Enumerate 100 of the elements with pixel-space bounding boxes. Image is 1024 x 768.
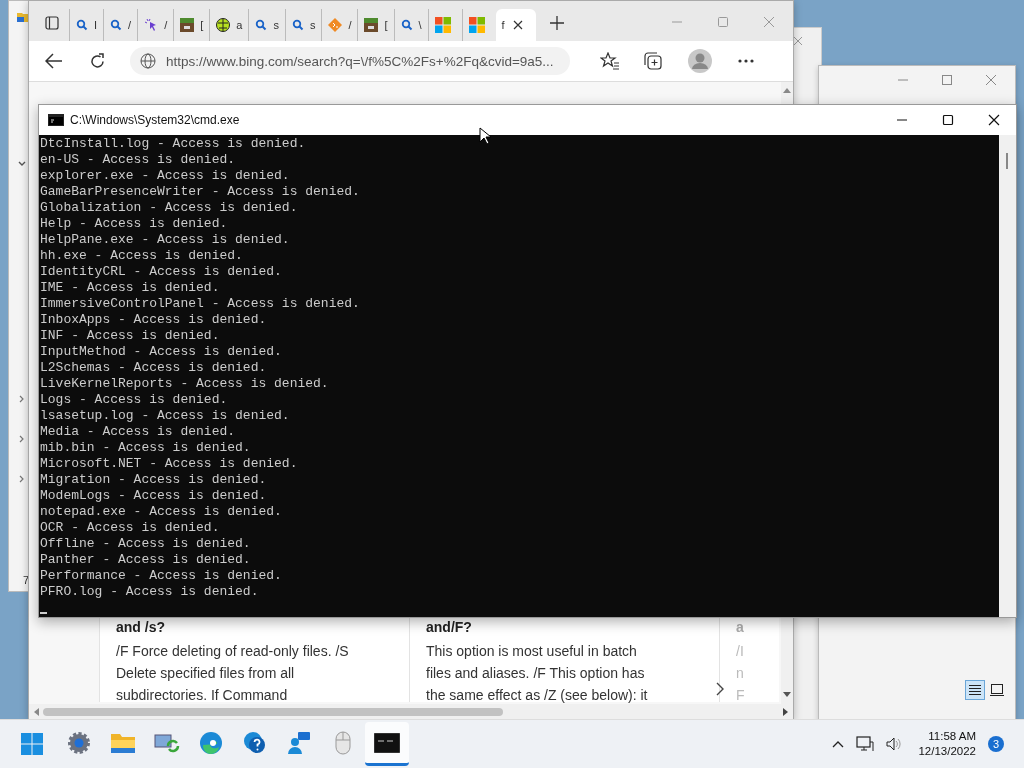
scroll-left-icon[interactable] xyxy=(33,707,39,716)
card-text-line: the same effect as /Z (see below): it xyxy=(426,686,649,705)
console-line: notepad.exe - Access is denied. xyxy=(40,504,283,520)
browser-logo xyxy=(199,730,223,755)
console-line: ModemLogs - Access is denied. xyxy=(40,488,268,504)
collections-icon[interactable] xyxy=(644,52,662,70)
search-icon xyxy=(110,19,123,31)
card-heading: a xyxy=(736,618,745,636)
search-icon xyxy=(76,19,88,31)
card-text-line: n xyxy=(736,664,745,683)
card-heading: and/F? xyxy=(426,618,473,636)
search-icon xyxy=(400,19,413,31)
card-text-line: /I xyxy=(736,642,745,661)
card-text-line: This option is most useful in batch xyxy=(426,642,638,661)
console-line: en-US - Access is denied. xyxy=(40,152,237,168)
terminal-icon xyxy=(374,732,400,753)
search-icon xyxy=(255,19,268,31)
folder-icon xyxy=(111,731,135,754)
close-icon[interactable] xyxy=(988,114,1000,126)
scroll-up-button[interactable] xyxy=(781,82,793,104)
console-line: Logs - Access is denied. xyxy=(40,392,229,408)
browser-tab[interactable]: f xyxy=(495,9,536,41)
console-line: hh.exe - Access is denied. xyxy=(40,248,244,264)
address-bar[interactable]: https://www.bing.com/search?q=\/f%5C%2Fs+%2Fq&cvid=9a5... xyxy=(130,47,570,75)
details-view-button[interactable] xyxy=(965,680,985,700)
taskbar-button[interactable] xyxy=(365,722,409,766)
card-text-line: subdirectories. If Command xyxy=(116,686,289,705)
back-icon[interactable] xyxy=(45,53,63,69)
mouse-icon xyxy=(335,730,351,755)
close-tab-icon[interactable] xyxy=(512,20,523,30)
four-squares-logo xyxy=(468,17,485,33)
console-line: mib.bin - Access is denied. xyxy=(40,440,252,456)
console-line: Globalization - Access is denied. xyxy=(40,200,299,216)
console-line: GameBarPresenceWriter - Access is denied. xyxy=(40,184,361,200)
chevron-icon xyxy=(18,160,26,168)
vertical-scrollbar[interactable] xyxy=(781,618,793,704)
search-icon xyxy=(291,19,304,31)
four-squares-logo xyxy=(434,17,451,33)
grass-block-icon xyxy=(180,18,195,32)
card-heading: and /s? xyxy=(116,618,166,636)
card-text-line: F xyxy=(736,686,746,705)
console-line: IME - Access is denied. xyxy=(40,280,221,296)
show-hidden-icons-icon[interactable] xyxy=(832,740,845,748)
console-line: HelpPane.exe - Access is denied. xyxy=(40,232,291,248)
console-line: explorer.exe - Access is denied. xyxy=(40,168,291,184)
card-text-line: /F Force deleting of read-only files. /S xyxy=(116,642,350,661)
monitor-sync-icon xyxy=(154,731,180,754)
favorites-icon[interactable] xyxy=(600,52,620,70)
chevron-icon xyxy=(18,435,26,443)
notification-badge[interactable]: 3 xyxy=(988,736,1004,752)
scroll-down-icon[interactable] xyxy=(783,692,791,698)
console-line: InputMethod - Access is denied. xyxy=(40,344,283,360)
network-icon[interactable] xyxy=(856,736,875,752)
console-line: Offline - Access is denied. xyxy=(40,536,252,552)
console-line: Help - Access is denied. xyxy=(40,216,229,232)
horizontal-scrollbar[interactable] xyxy=(29,704,793,719)
console-line: ImmersiveControlPanel - Access is denied. xyxy=(40,296,361,312)
console-line: L2Schemas - Access is denied. xyxy=(40,360,268,376)
volume-icon[interactable] xyxy=(886,737,903,751)
scroll-thumb[interactable] xyxy=(43,707,503,716)
console-line: Microsoft.NET - Access is denied. xyxy=(40,456,299,472)
console-line: PFRO.log - Access is denied. xyxy=(40,584,260,600)
console-line: Performance - Access is denied. xyxy=(40,568,283,584)
console-line: Migration - Access is denied. xyxy=(40,472,268,488)
profile-avatar[interactable] xyxy=(688,49,712,73)
console-line: lsasetup.log - Access is denied. xyxy=(40,408,291,424)
chat-icon xyxy=(287,730,311,755)
list-icon xyxy=(968,684,982,696)
card-text-line: files and aliases. /F This option has xyxy=(426,664,646,683)
console-icon xyxy=(48,114,64,126)
tab-actions-icon[interactable] xyxy=(45,16,59,30)
chevron-icon xyxy=(18,475,26,483)
window-title: C:\Windows\System32\cmd.exe xyxy=(70,113,240,127)
card-text-line: Delete specified files from all xyxy=(116,664,296,683)
console-line: OCR - Access is denied. xyxy=(40,520,221,536)
new-tab-icon[interactable] xyxy=(549,16,564,30)
console-line: INF - Access is denied. xyxy=(40,328,221,344)
vertical-scrollbar[interactable] xyxy=(999,135,1016,617)
console-line: InboxApps - Access is denied. xyxy=(40,312,268,328)
help-icon xyxy=(243,730,267,755)
clock[interactable]: 11:58 AM 12/13/2022 xyxy=(918,729,976,759)
start-icon[interactable] xyxy=(21,733,43,755)
chevron-icon xyxy=(18,395,26,403)
maximize-icon[interactable] xyxy=(942,114,954,126)
text-cursor xyxy=(40,612,47,614)
ball-icon xyxy=(216,18,231,32)
grass-block-icon xyxy=(364,18,379,32)
pane-icon xyxy=(990,684,1004,696)
folder-icon xyxy=(17,11,29,23)
console-line: Media - Access is denied. xyxy=(40,424,237,440)
console-line: Panther - Access is denied. xyxy=(40,552,252,568)
more-icon[interactable] xyxy=(738,59,754,63)
scroll-right-icon[interactable] xyxy=(783,707,789,716)
console-line: LiveKernelReports - Access is denied. xyxy=(40,376,330,392)
gear-icon xyxy=(67,730,91,755)
diamond-icon xyxy=(328,18,343,32)
console-line: IdentityCRL - Access is denied. xyxy=(40,264,283,280)
scroll-up-icon xyxy=(783,87,791,93)
refresh-icon[interactable] xyxy=(89,52,106,70)
console-line: DtcInstall.log - Access is denied. xyxy=(40,136,307,152)
